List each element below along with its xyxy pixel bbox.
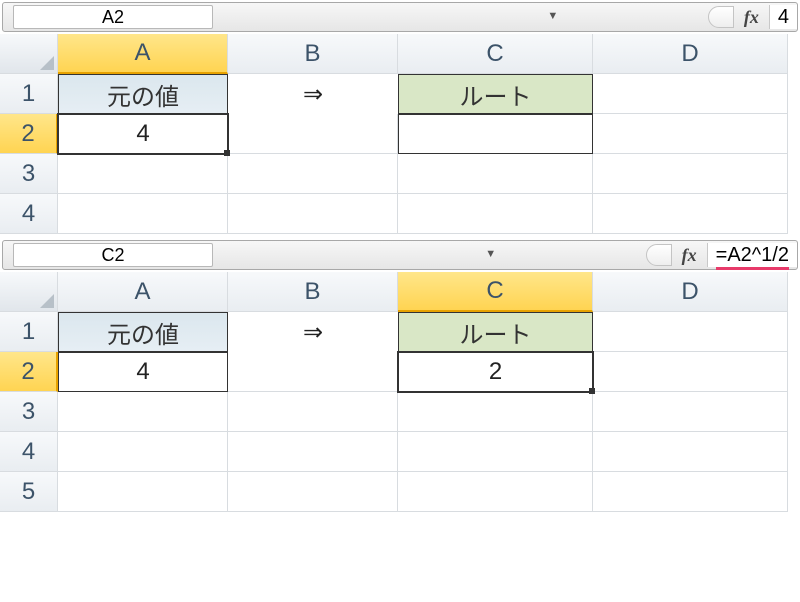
sheet-part-1: A2 ▼ fx 4 A B C D 1 元の値 ⇒ ルート 2 4 3 4 [0,2,800,234]
cell-d3[interactable] [593,392,788,432]
cell-d2[interactable] [593,352,788,392]
cell-a3[interactable] [58,392,228,432]
cell-d1[interactable] [593,74,788,114]
cell-a2[interactable]: 4 [58,114,228,154]
cell-b1[interactable]: ⇒ [228,312,398,352]
name-box[interactable]: C2 [13,243,213,267]
cell-c3[interactable] [398,392,593,432]
cell-b1[interactable]: ⇒ [228,74,398,114]
cell-b5[interactable] [228,472,398,512]
cell-a2[interactable]: 4 [58,352,228,392]
formula-input[interactable]: =A2^1/2 [707,243,797,267]
name-box-dropdown-icon[interactable]: ▼ [482,245,500,265]
select-all-corner[interactable] [0,34,58,74]
col-head-a[interactable]: A [58,272,228,312]
row-head-4[interactable]: 4 [0,432,58,472]
fx-icon[interactable]: fx [682,245,697,266]
row-head-5[interactable]: 5 [0,472,58,512]
col-head-b[interactable]: B [228,272,398,312]
fx-icon[interactable]: fx [744,7,759,28]
cell-a4[interactable] [58,194,228,234]
cell-c5[interactable] [398,472,593,512]
cell-c2[interactable]: 2 [398,352,593,392]
col-head-c[interactable]: C [398,34,593,74]
col-head-c[interactable]: C [398,272,593,312]
cell-c4[interactable] [398,194,593,234]
grid: A B C D 1 元の値 ⇒ ルート 2 4 3 4 [0,34,800,234]
cell-b3[interactable] [228,392,398,432]
row-head-3[interactable]: 3 [0,154,58,194]
cell-a4[interactable] [58,432,228,472]
cell-b4[interactable] [228,194,398,234]
select-all-corner[interactable] [0,272,58,312]
cell-d5[interactable] [593,472,788,512]
cancel-icon[interactable] [646,244,672,266]
row-head-1[interactable]: 1 [0,312,58,352]
col-head-d[interactable]: D [593,34,788,74]
cell-c4[interactable] [398,432,593,472]
cell-a5[interactable] [58,472,228,512]
formula-bar: A2 ▼ fx 4 [2,2,798,32]
fx-area: fx 4 [708,5,797,29]
cell-c3[interactable] [398,154,593,194]
cell-a1[interactable]: 元の値 [58,74,228,114]
fx-area: fx =A2^1/2 [646,243,797,267]
cell-c1[interactable]: ルート [398,74,593,114]
row-head-2[interactable]: 2 [0,114,58,154]
cell-d1[interactable] [593,312,788,352]
cell-d4[interactable] [593,432,788,472]
col-head-b[interactable]: B [228,34,398,74]
cell-b3[interactable] [228,154,398,194]
grid: A B C D 1 元の値 ⇒ ルート 2 4 2 3 4 5 [0,272,800,512]
name-box-dropdown-icon[interactable]: ▼ [544,7,562,27]
formula-text: =A2^1/2 [716,243,789,270]
cell-d4[interactable] [593,194,788,234]
cell-b2[interactable] [228,114,398,154]
formula-input[interactable]: 4 [769,5,797,29]
row-head-1[interactable]: 1 [0,74,58,114]
row-head-2[interactable]: 2 [0,352,58,392]
name-box[interactable]: A2 [13,5,213,29]
formula-bar: C2 ▼ fx =A2^1/2 [2,240,798,270]
row-head-4[interactable]: 4 [0,194,58,234]
sheet-part-2: C2 ▼ fx =A2^1/2 A B C D 1 元の値 ⇒ ルート 2 4 … [0,240,800,512]
col-head-a[interactable]: A [58,34,228,74]
cell-a3[interactable] [58,154,228,194]
col-head-d[interactable]: D [593,272,788,312]
cell-b2[interactable] [228,352,398,392]
cell-c2[interactable] [398,114,593,154]
cell-b4[interactable] [228,432,398,472]
row-head-3[interactable]: 3 [0,392,58,432]
cell-a1[interactable]: 元の値 [58,312,228,352]
cell-d2[interactable] [593,114,788,154]
cancel-icon[interactable] [708,6,734,28]
cell-c1[interactable]: ルート [398,312,593,352]
cell-d3[interactable] [593,154,788,194]
